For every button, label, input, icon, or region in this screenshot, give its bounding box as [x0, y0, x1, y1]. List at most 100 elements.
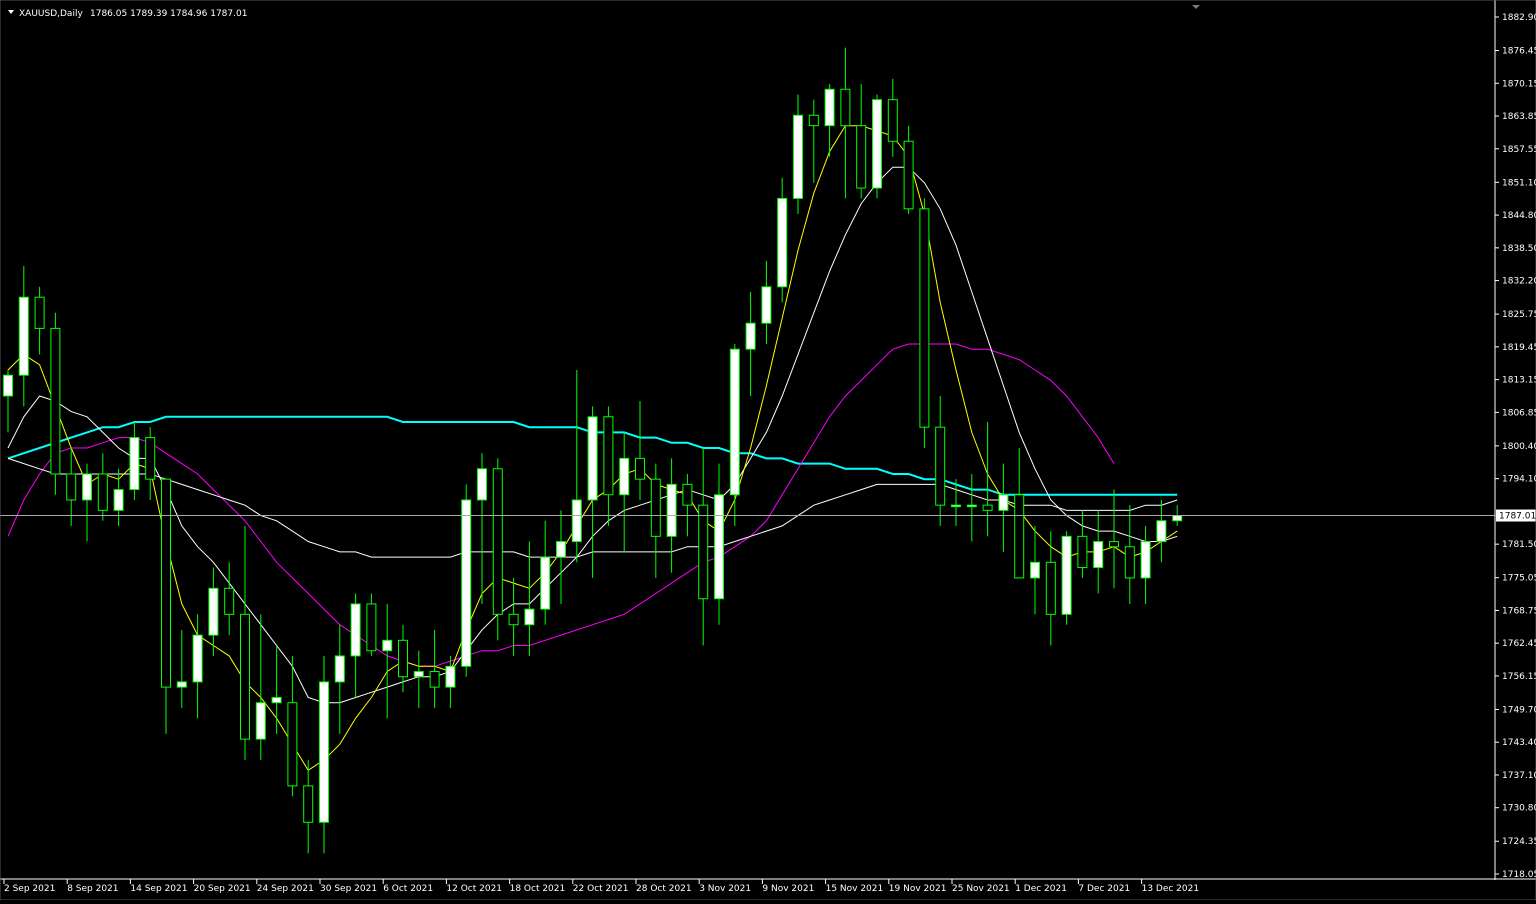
- candle-body: [808, 114, 819, 127]
- time-tick-label: 1 Dec 2021: [1015, 884, 1067, 894]
- current-price-label: 1787.01: [1499, 512, 1536, 522]
- candle-body: [176, 681, 187, 688]
- price-tick-label: 1851.10: [1502, 178, 1536, 188]
- time-tick-label: 22 Oct 2021: [573, 884, 629, 894]
- price-tick-label: 1718.05: [1502, 870, 1536, 880]
- time-tick-label: 2 Sep 2021: [4, 884, 55, 894]
- candle-body: [872, 99, 882, 189]
- price-tick-label: 1749.70: [1502, 705, 1536, 715]
- candle-body: [966, 504, 977, 508]
- candle-body: [382, 639, 393, 652]
- ohlc-label: 1786.05 1789.39 1784.96 1787.01: [90, 9, 247, 19]
- candle-body: [729, 348, 740, 496]
- candle-body: [445, 665, 456, 688]
- price-tick-label: 1838.50: [1502, 244, 1536, 254]
- candle-body: [1109, 541, 1119, 548]
- candle-body: [113, 489, 124, 511]
- candle-body: [50, 327, 61, 475]
- candle-body: [287, 702, 298, 787]
- candlestick-chart[interactable]: 1787.01 1882.90 1876.45 1870.15 1863.85 1857…: [0, 0, 1536, 901]
- candle-body: [714, 494, 724, 600]
- time-tick-label: 15 Nov 2021: [826, 884, 884, 894]
- candle-body: [1124, 546, 1135, 579]
- candle-body: [1030, 561, 1040, 579]
- candle-body: [856, 125, 867, 189]
- candle-body: [1093, 541, 1104, 569]
- candle-body: [840, 88, 851, 127]
- candle-body: [824, 88, 835, 127]
- candle-body: [1061, 535, 1072, 615]
- time-tick-label: 18 Oct 2021: [510, 884, 566, 894]
- candle-body: [66, 473, 77, 501]
- time-tick-label: 14 Sep 2021: [130, 884, 187, 894]
- candle-body: [240, 613, 250, 740]
- time-tick-label: 13 Dec 2021: [1142, 884, 1200, 894]
- candle-body: [556, 541, 566, 558]
- candle-body: [303, 785, 314, 823]
- candle-body: [34, 296, 45, 329]
- candle-body: [477, 468, 487, 501]
- candle-body: [129, 437, 140, 491]
- candle-body: [3, 374, 13, 397]
- candle-body: [887, 99, 898, 142]
- candle-body: [1140, 541, 1151, 579]
- candle-body: [698, 504, 709, 600]
- candle-body: [97, 473, 108, 511]
- candle-body: [192, 634, 203, 683]
- candle-body: [540, 556, 551, 610]
- candle-body: [255, 702, 266, 740]
- time-tick-label: 24 Sep 2021: [257, 884, 314, 894]
- candle-body: [1077, 535, 1088, 569]
- price-tick-label: 1813.15: [1502, 376, 1536, 386]
- price-tick-label: 1863.85: [1502, 112, 1536, 122]
- candle-body: [1045, 561, 1056, 615]
- candle-body: [524, 608, 535, 626]
- time-tick-label: 7 Dec 2021: [1078, 884, 1130, 894]
- candle-body: [919, 208, 930, 428]
- time-tick-label: 8 Sep 2021: [67, 884, 118, 894]
- chart-background: [0, 0, 1536, 900]
- price-tick-label: 1762.45: [1502, 639, 1536, 649]
- price-tick-label: 1724.35: [1502, 837, 1536, 847]
- price-tick-label: 1730.80: [1502, 804, 1536, 814]
- candle-body: [350, 603, 361, 657]
- price-tick-label: 1882.90: [1502, 13, 1536, 23]
- candle-body: [650, 478, 661, 537]
- price-tick-label: 1775.05: [1502, 574, 1536, 584]
- candle-body: [1156, 520, 1167, 543]
- candle-body: [492, 468, 503, 615]
- price-tick-label: 1832.20: [1502, 277, 1536, 287]
- candle-body: [935, 426, 946, 506]
- candle-body: [998, 494, 1009, 511]
- candle-body: [413, 671, 424, 678]
- time-tick-label: 3 Nov 2021: [699, 884, 751, 894]
- price-tick-label: 1781.50: [1502, 540, 1536, 550]
- price-tick-label: 1756.15: [1502, 672, 1536, 682]
- candle-body: [319, 681, 329, 823]
- time-tick-label: 12 Oct 2021: [446, 884, 502, 894]
- time-tick-label: 25 Nov 2021: [952, 884, 1010, 894]
- candle-body: [461, 499, 472, 667]
- price-tick-label: 1857.55: [1502, 145, 1536, 155]
- candle-body: [1014, 494, 1025, 579]
- candle-body: [777, 197, 788, 288]
- candle-body: [271, 697, 282, 704]
- price-tick-label: 1825.75: [1502, 310, 1536, 320]
- candle-body: [635, 457, 645, 480]
- symbol-label: XAUUSD,Daily: [19, 9, 83, 19]
- price-tick-label: 1800.40: [1502, 442, 1536, 452]
- price-tick-label: 1819.45: [1502, 343, 1536, 353]
- candle-body: [429, 671, 440, 688]
- candle-body: [903, 140, 914, 210]
- time-tick-label: 6 Oct 2021: [383, 884, 433, 894]
- price-tick-label: 1806.85: [1502, 408, 1536, 418]
- candle-body: [682, 483, 693, 506]
- candle-body: [571, 499, 582, 543]
- candle-body: [334, 655, 345, 683]
- chart-window[interactable]: 1787.01 1882.90 1876.45 1870.15 1863.85 1857…: [0, 0, 1536, 901]
- price-tick-label: 1844.80: [1502, 211, 1536, 221]
- candle-body: [224, 587, 235, 615]
- time-tick-label: 19 Nov 2021: [889, 884, 947, 894]
- candle-body: [587, 416, 598, 501]
- candle-body: [619, 457, 630, 496]
